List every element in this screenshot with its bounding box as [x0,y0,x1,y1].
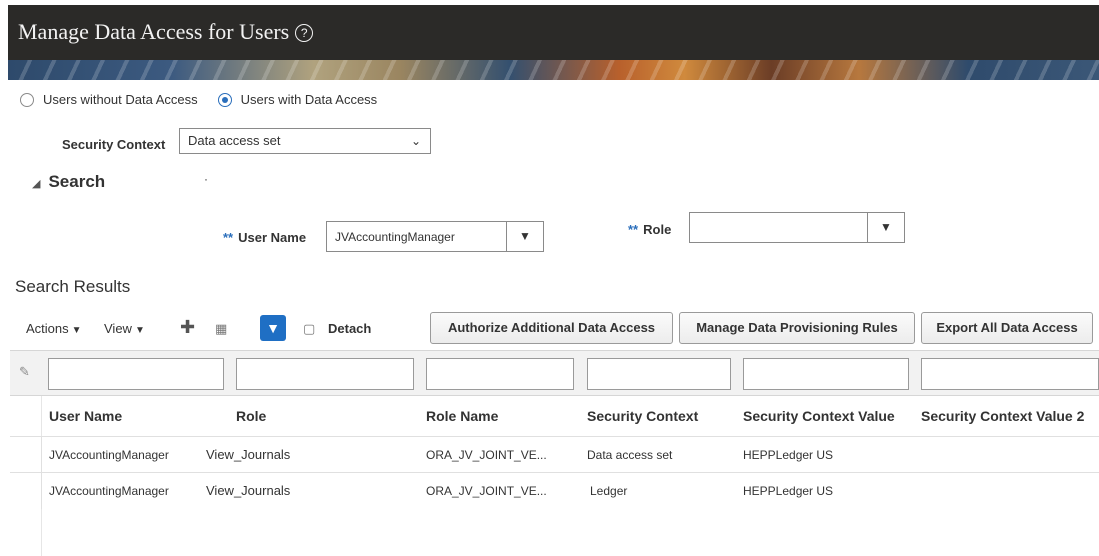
cell-user-name: JVAccountingManager [49,448,169,462]
role-dropdown-button[interactable]: ▼ [867,213,904,242]
query-by-example-icon[interactable]: ▼ [260,315,286,341]
cell-role-name: ORA_JV_JOINT_VE... [426,448,547,462]
row-header[interactable] [10,437,42,473]
role-input[interactable]: ▼ [689,212,905,243]
cell-role: View_Journals [206,447,291,462]
freeze-columns-icon[interactable]: ▦ [215,320,227,338]
view-menu[interactable]: View ▼ [104,320,145,340]
help-icon[interactable]: ? [295,24,314,42]
add-icon[interactable]: ✚ [180,318,195,336]
role-label: ** Role [628,222,671,237]
manage-data-provisioning-rules-button[interactable]: Manage Data Provisioning Rules [679,312,915,344]
caret-down-icon: ▼ [71,325,82,336]
filter-user-name-input[interactable] [48,358,224,390]
column-header-security-context[interactable]: Security Context [587,408,698,424]
cell-security-context: Ledger [590,484,628,498]
column-header-role[interactable]: Role [236,408,266,424]
radio-circle[interactable] [217,92,232,107]
radio-users-without-data-access[interactable]: Users without Data Access [20,92,198,107]
search-heading: Search [48,172,106,191]
detach-button[interactable]: Detach [328,320,371,338]
column-header-role-name[interactable]: Role Name [426,408,498,424]
filter-role-name-input[interactable] [426,358,574,390]
row-header[interactable] [10,473,42,509]
column-header-user-name[interactable]: User Name [49,408,122,424]
authorize-additional-data-access-button[interactable]: Authorize Additional Data Access [430,312,673,344]
required-marker: ** [628,222,639,237]
filter-role-input[interactable] [236,358,414,390]
column-header-security-context-value-2[interactable]: Security Context Value 2 [921,408,1084,424]
table-header-row: User Name Role Role Name Security Contex… [10,396,1099,436]
radio-circle[interactable] [20,92,34,107]
security-context-value: Data access set [188,133,281,148]
filter-row: ✎ [10,350,1099,396]
clear-filter-icon[interactable]: ✎ [19,364,30,380]
page-title-text: Manage Data Access for Users [18,19,290,44]
role-label-text: Role [643,222,672,237]
user-name-label-text: User Name [238,230,307,245]
actions-menu[interactable]: Actions ▼ [26,320,82,340]
search-results-title: Search Results [15,277,131,296]
table-row[interactable]: JVAccountingManager View_Journals ORA_JV… [10,436,1099,473]
filter-security-context-value-input[interactable] [743,358,909,390]
cell-role: View_Journals [206,483,291,498]
decorative-banner [8,60,1099,80]
collapse-triangle-icon: ◢ [32,178,41,190]
actions-menu-label: Actions [26,321,69,336]
user-name-label: ** User Name [223,230,306,245]
user-name-value: JVAccountingManager [335,230,455,244]
chevron-down-icon: ⌄ [410,134,421,148]
dot-mark: · [204,172,208,186]
caret-down-icon: ▼ [134,325,145,336]
radio-label: Users without Data Access [43,92,198,107]
cell-security-context-value: HEPPLedger US [743,448,834,462]
filter-security-context-input[interactable] [587,358,731,390]
cell-security-context-value: HEPPLedger US [743,484,834,498]
required-marker: ** [223,230,234,245]
security-context-select[interactable]: Data access set ⌄ [179,128,431,154]
search-section-toggle[interactable]: ◢ Search [32,172,105,192]
view-menu-label: View [104,321,132,336]
page-header: Manage Data Access for Users? [8,5,1099,60]
radio-label: Users with Data Access [240,92,378,107]
user-name-dropdown-button[interactable]: ▼ [506,222,543,251]
page-title: Manage Data Access for Users? [18,19,314,45]
security-context-label: Security Context [62,137,166,152]
cell-security-context: Data access set [587,448,673,462]
cell-role-name: ORA_JV_JOINT_VE... [426,484,547,498]
filter-security-context-value-2-input[interactable] [921,358,1099,390]
export-all-data-access-button[interactable]: Export All Data Access [921,312,1093,344]
radio-users-with-data-access[interactable]: Users with Data Access [217,92,378,107]
column-header-security-context-value[interactable]: Security Context Value [743,408,895,424]
detach-icon[interactable]: ▢ [303,320,315,338]
cell-user-name: JVAccountingManager [49,484,169,498]
data-access-filter: Users without Data Access Users with Dat… [20,92,397,107]
user-name-input[interactable]: JVAccountingManager ▼ [326,221,544,252]
table-row[interactable]: JVAccountingManager View_Journals ORA_JV… [10,472,1099,509]
